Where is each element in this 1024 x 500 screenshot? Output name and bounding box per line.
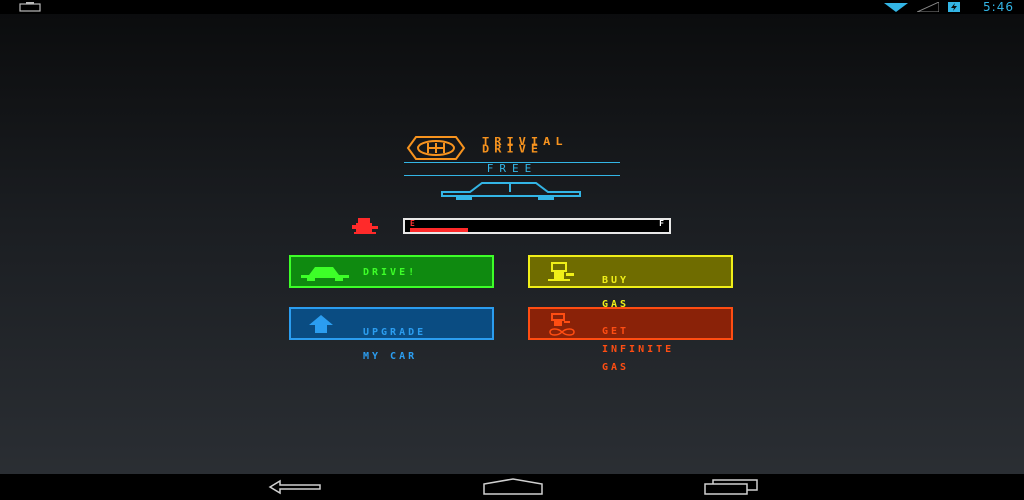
infinite-gas-button[interactable]: GET INFINITE GAS (528, 307, 733, 373)
buy-gas-line1: BUY (602, 275, 630, 286)
app-title: TRIVIAL DRIVE (482, 136, 568, 154)
drive-button[interactable]: DRIVE! (289, 255, 494, 288)
gas-gauge: E F (403, 218, 671, 234)
tire-icon (406, 136, 466, 160)
edition-label: FREE (404, 162, 620, 176)
signal-icon (917, 2, 940, 12)
infinite-line2: INFINITE (602, 344, 675, 355)
gauge-empty-label: E (410, 219, 415, 228)
wifi-icon (884, 3, 909, 12)
buy-gas-button[interactable]: BUY GAS (528, 255, 733, 310)
battery-charging-icon (948, 2, 961, 12)
infinite-gas-icon (549, 313, 575, 336)
navigation-bar (0, 474, 1024, 500)
upgrade-line2: MY CAR (363, 351, 418, 362)
status-icons: 5:46 (883, 0, 1014, 14)
car-icon (301, 267, 349, 281)
gauge-fill-bar (410, 228, 468, 232)
gas-pump-icon (352, 218, 378, 234)
clock: 5:46 (983, 0, 1014, 14)
gauge-full-label: F (659, 219, 664, 228)
gas-pump-icon (548, 262, 574, 281)
up-arrow-icon (309, 315, 333, 333)
app-logo: TRIVIAL DRIVE FREE (404, 134, 620, 204)
infinite-line1: GET (602, 326, 630, 337)
infinite-line3: GAS (602, 362, 630, 373)
status-bar: 5:46 (0, 0, 1024, 14)
upgrade-car-button[interactable]: UPGRADE MY CAR (289, 307, 494, 362)
upgrade-line1: UPGRADE (363, 327, 427, 338)
recent-apps-icon[interactable] (703, 478, 761, 496)
infinite-gas-button-label: GET INFINITE GAS (602, 317, 674, 383)
home-icon[interactable] (482, 478, 544, 496)
upgrade-button-label: UPGRADE MY CAR (363, 313, 426, 377)
drive-button-label: DRIVE! (363, 267, 418, 278)
car-outline-icon (441, 182, 581, 200)
briefcase-icon (19, 2, 41, 12)
back-icon[interactable] (266, 478, 324, 496)
